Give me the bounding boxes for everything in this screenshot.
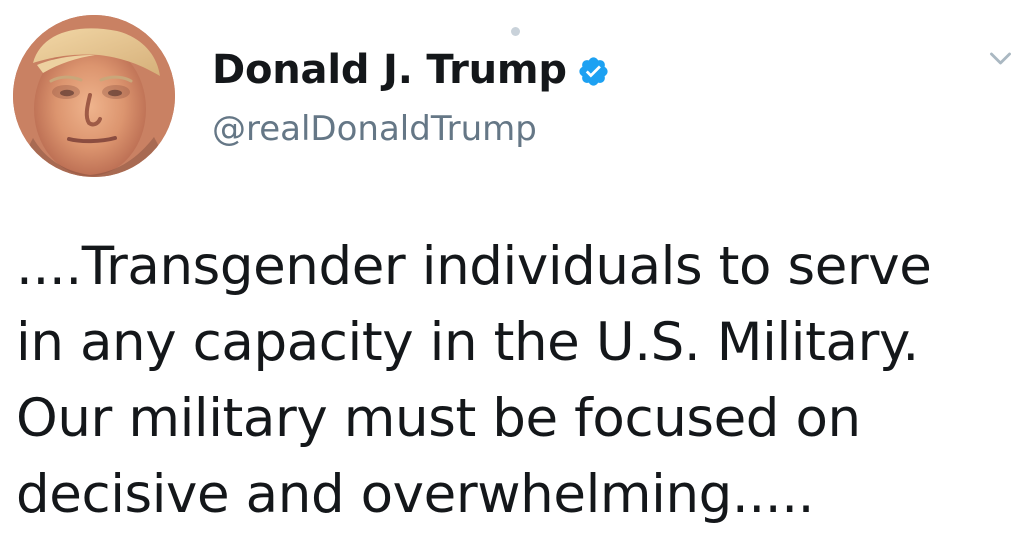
chevron-down-icon[interactable] (985, 43, 1016, 74)
tweet-text: ....Transgender individuals to serve in … (16, 229, 996, 533)
avatar[interactable] (13, 15, 175, 177)
tweet-text-line: ....Transgender individuals to serve (16, 236, 932, 297)
tweet-text-line: Our military must be focused on (16, 388, 861, 449)
tweet-text-line: in any capacity in the U.S. Military. (16, 312, 919, 373)
tweet-header: Donald J. Trump @realDonaldTrump (212, 42, 832, 146)
top-indicator-dot (511, 27, 520, 36)
user-handle[interactable]: @realDonaldTrump (212, 112, 832, 146)
tweet-text-line: decisive and overwhelming..... (16, 464, 815, 525)
verified-badge-icon (577, 55, 610, 88)
display-name-row: Donald J. Trump (212, 42, 832, 98)
display-name[interactable]: Donald J. Trump (212, 50, 567, 90)
